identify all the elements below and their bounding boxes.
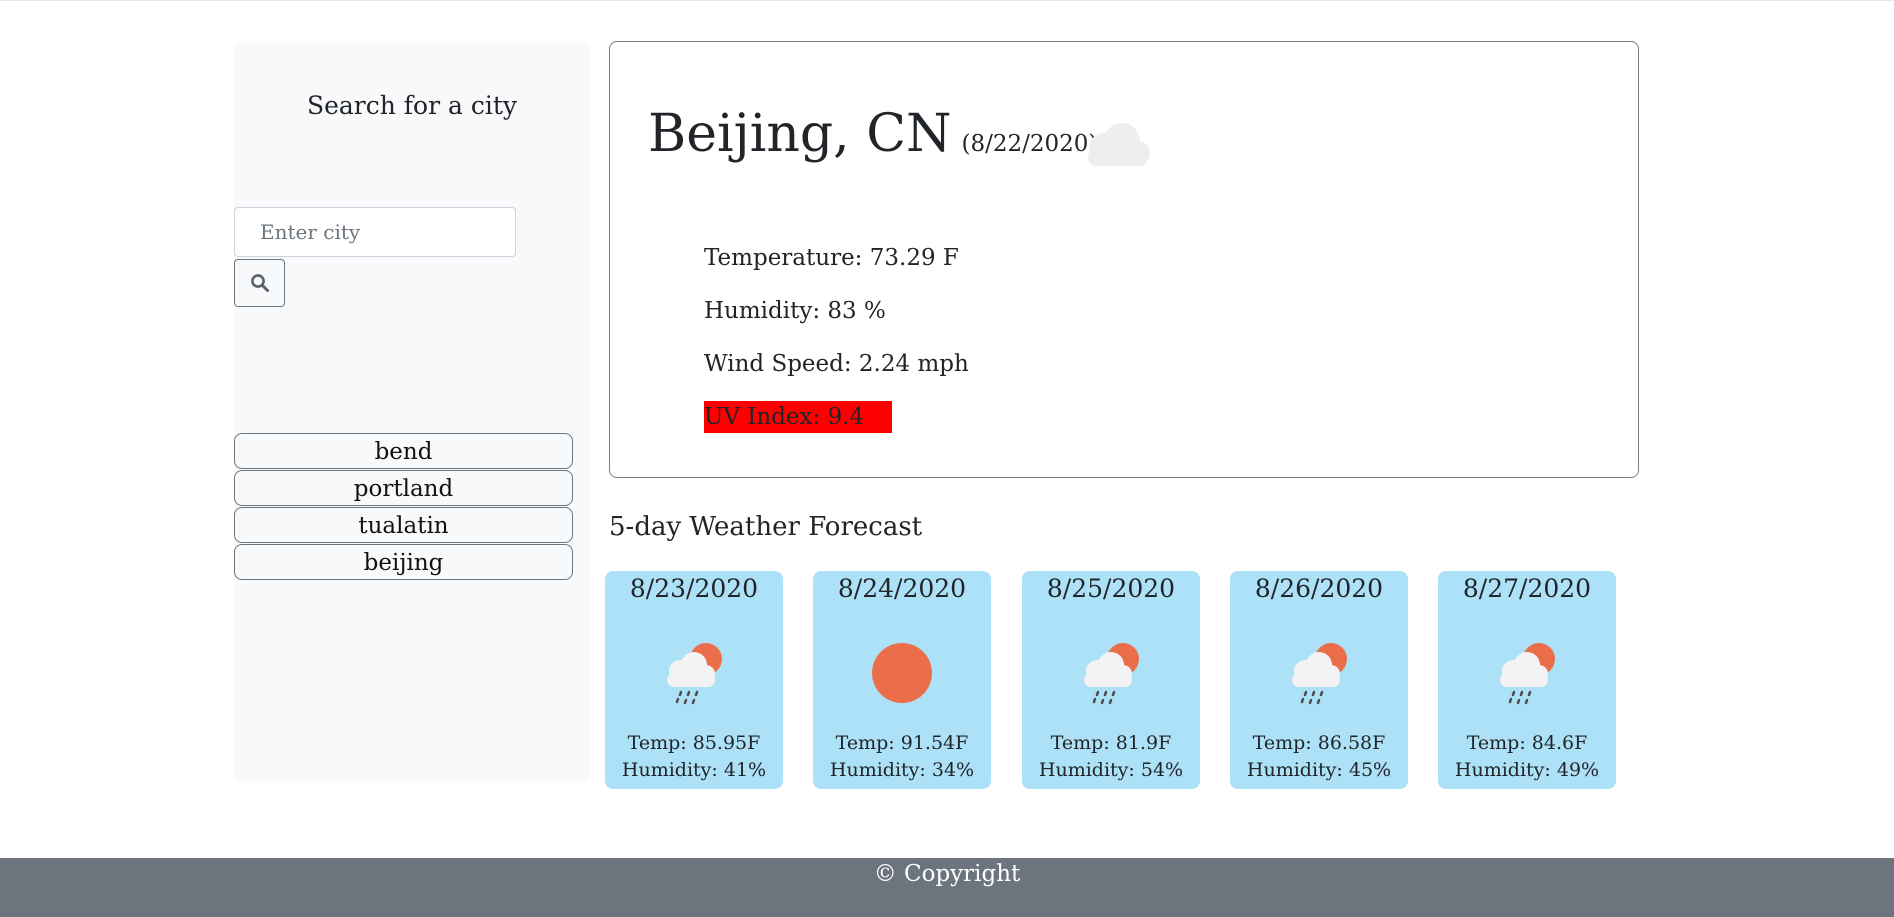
forecast-humidity: Humidity: 45% (1246, 759, 1392, 781)
history-item-bend[interactable]: bend (234, 433, 573, 469)
forecast-title: 5-day Weather Forecast (609, 512, 923, 542)
top-divider (0, 0, 1894, 1)
current-wind-speed: Wind Speed: 2.24 mph (704, 351, 969, 377)
rain-sun-icon (1500, 643, 1555, 705)
forecast-date: 8/25/2020 (1046, 574, 1176, 603)
rain-sun-icon (1292, 643, 1347, 705)
forecast-temp: Temp: 91.54F (835, 732, 969, 754)
footer-copyright: © Copyright (873, 861, 1021, 887)
history-item-portland[interactable]: portland (234, 470, 573, 506)
history-item-beijing[interactable]: beijing (234, 544, 573, 580)
forecast-date: 8/26/2020 (1254, 574, 1384, 603)
search-history-list: bend portland tualatin beijing (234, 433, 573, 581)
uv-index-badge: UV Index: 9.4 (704, 401, 892, 433)
forecast-card: 8/24/2020 Temp: 91.54F Humidity: 34% (813, 571, 991, 789)
city-name: Beijing, CN (648, 104, 952, 164)
forecast-humidity: Humidity: 49% (1454, 759, 1600, 781)
current-temperature: Temperature: 73.29 F (704, 245, 959, 271)
rain-sun-icon (667, 643, 722, 705)
footer: © Copyright (0, 858, 1894, 917)
current-humidity: Humidity: 83 % (704, 298, 886, 324)
forecast-date: 8/24/2020 (837, 574, 967, 603)
forecast-humidity: Humidity: 34% (829, 759, 975, 781)
sun-icon (872, 643, 932, 703)
forecast-date: 8/27/2020 (1462, 574, 1592, 603)
search-button[interactable] (234, 259, 285, 307)
forecast-humidity: Humidity: 41% (621, 759, 767, 781)
sidebar-title: Search for a city (306, 91, 518, 120)
search-sidebar: Search for a city bend portland tualatin… (234, 41, 590, 783)
forecast-card: 8/26/2020 Temp: 86.58F Humidity: 45% (1230, 571, 1408, 789)
history-item-tualatin[interactable]: tualatin (234, 507, 573, 543)
rain-sun-icon (1084, 643, 1139, 705)
forecast-humidity: Humidity: 54% (1038, 759, 1184, 781)
forecast-temp: Temp: 81.9F (1050, 732, 1172, 754)
forecast-card: 8/27/2020 Temp: 84.6F Humidity: 49% (1438, 571, 1616, 789)
forecast-temp: Temp: 85.95F (627, 732, 761, 754)
forecast-date: 8/23/2020 (629, 574, 759, 603)
city-heading: Beijing, CN (8/22/2020) (648, 104, 1097, 164)
forecast-card: 8/23/2020 Temp: 85.95F Humidity: 41% (605, 571, 783, 789)
forecast-temp: Temp: 84.6F (1466, 732, 1588, 754)
forecast-temp: Temp: 86.58F (1252, 732, 1386, 754)
current-weather-card: Beijing, CN (8/22/2020) Temperature: 73.2… (609, 41, 1639, 478)
city-search-input[interactable] (234, 207, 516, 257)
search-icon (250, 274, 269, 292)
forecast-card: 8/25/2020 Temp: 81.9F Humidity: 54% (1022, 571, 1200, 789)
cloud-icon (1088, 123, 1150, 166)
